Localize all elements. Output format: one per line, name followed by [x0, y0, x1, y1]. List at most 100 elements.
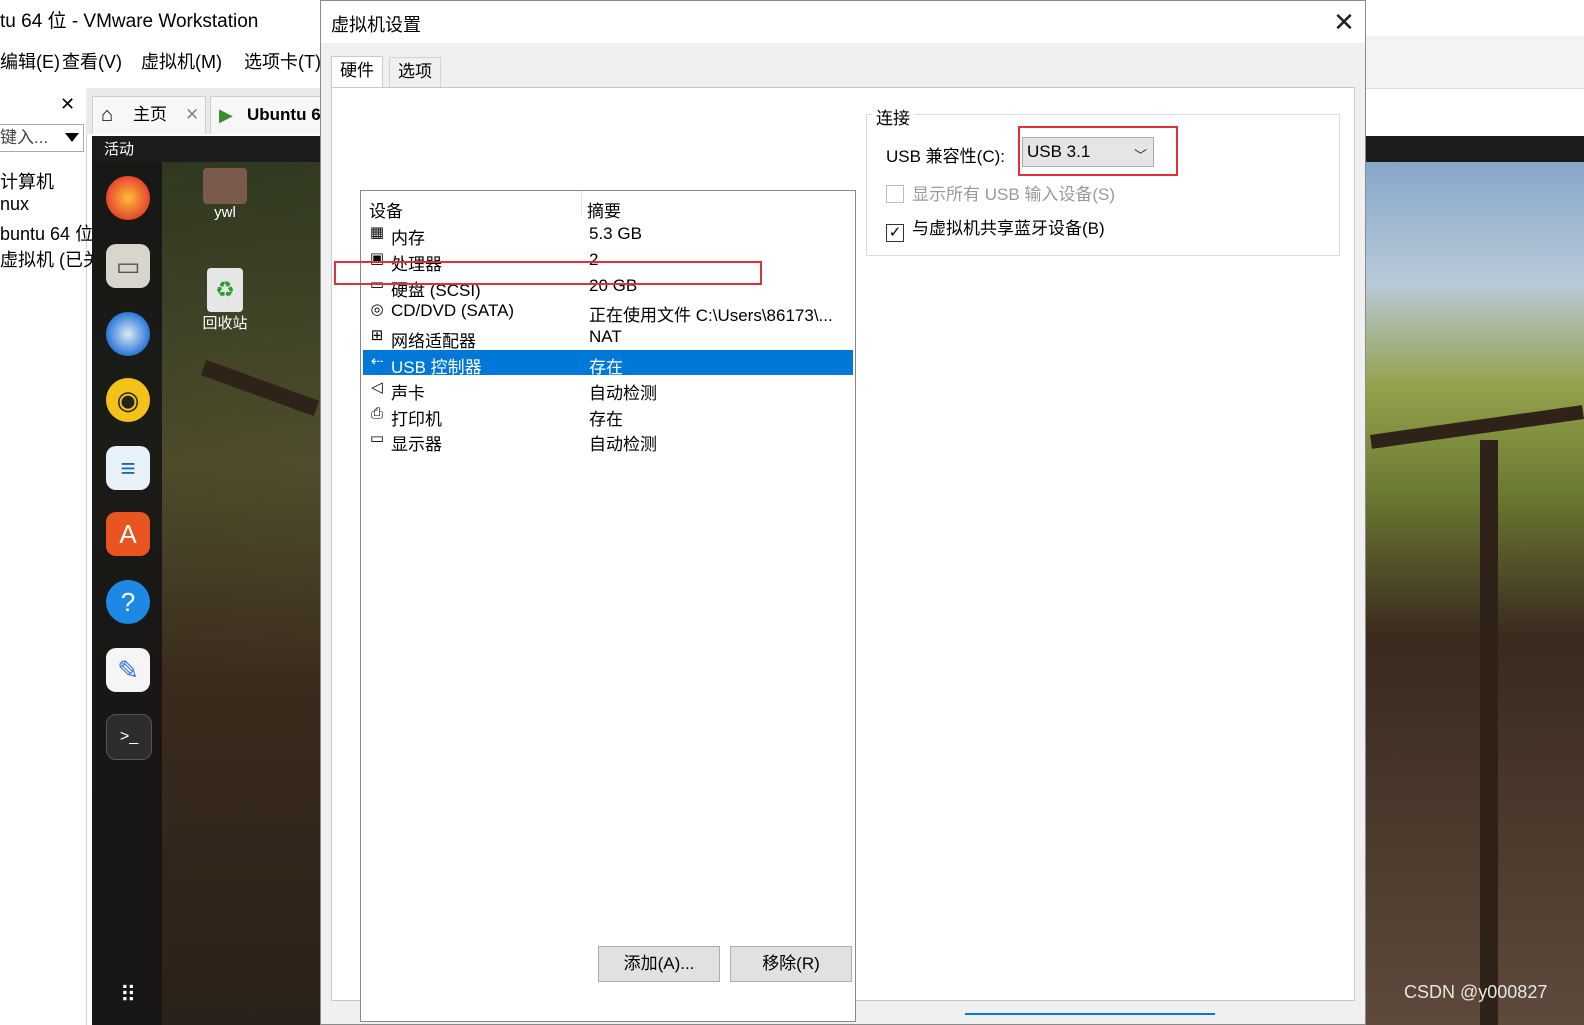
menu-vm[interactable]: 虚拟机(M) [141, 48, 222, 74]
sound-card-icon: ◁ [371, 378, 383, 396]
help-icon[interactable]: ? [106, 580, 150, 624]
text-editor-icon[interactable]: ✎ [106, 648, 150, 692]
device-row[interactable]: ▦ 内存 5.3 GB [363, 221, 853, 248]
cd-dvd-icon: ◎ [370, 301, 384, 319]
default-button-accent [965, 1013, 1215, 1015]
show-all-usb-input-checkbox[interactable] [886, 185, 904, 203]
desktop-home-folder[interactable]: ywl [190, 168, 260, 221]
device-row[interactable]: ▣ 处理器 2 [363, 247, 853, 274]
library-search-placeholder: 键入... [0, 128, 49, 147]
usb-compat-select[interactable]: USB 3.1 ﹀ [1022, 137, 1154, 167]
column-summary[interactable]: 摘要 [587, 197, 621, 222]
tab-home[interactable]: ⌂ 主页 ✕ [92, 96, 206, 134]
device-summary: 正在使用文件 C:\Users\86173\... [589, 306, 833, 326]
terminal-icon[interactable]: >_ [106, 714, 152, 760]
wallpaper-mountain-area [1366, 162, 1584, 1025]
library-item-vm[interactable]: 虚拟机 (已关 [0, 246, 101, 272]
dialog-titlebar: 虚拟机设置 ✕ [321, 1, 1365, 43]
close-icon[interactable]: ✕ [1329, 7, 1359, 37]
menu-view[interactable]: 查看(V) [62, 48, 122, 74]
tab-home-close-icon[interactable]: ✕ [185, 97, 199, 133]
menu-edit[interactable]: 编辑(E) [0, 48, 60, 74]
usb-icon: ⇠ [370, 353, 384, 370]
home-folder-icon [203, 168, 247, 204]
device-list-header: 设备 摘要 [361, 191, 855, 222]
dialog-title: 虚拟机设置 [331, 15, 421, 35]
device-summary: 自动检测 [589, 383, 657, 403]
tab-home-label: 主页 [133, 105, 167, 124]
files-icon[interactable]: ▭ [106, 244, 150, 288]
device-summary: 2 [589, 249, 599, 269]
processor-icon: ▣ [369, 249, 385, 267]
vmware-menubar: 编辑(E) 查看(V) 虚拟机(M) 选项卡(T) [0, 40, 330, 80]
thunderbird-icon[interactable] [106, 312, 150, 356]
device-row[interactable]: ⊞ 网络适配器 NAT [363, 324, 853, 352]
remove-button[interactable]: 移除(R) [730, 946, 852, 982]
connection-group-label: 连接 [872, 104, 914, 129]
device-summary: 存在 [589, 358, 623, 377]
usb-compat-value: USB 3.1 [1027, 142, 1091, 161]
column-separator [581, 191, 582, 215]
app-grid-icon[interactable]: ⠿ [106, 980, 150, 1010]
column-device[interactable]: 设备 [369, 197, 403, 222]
device-row[interactable]: ⇠ USB 控制器 存在 [363, 350, 853, 377]
desktop-home-folder-label: ywl [214, 204, 236, 221]
device-row[interactable]: ▭ 显示器 自动检测 [363, 427, 853, 455]
vm-settings-dialog: 虚拟机设置 ✕ 硬件 选项 设备 摘要 ▦ 内存 5.3 GB ▣ 处理器 2 ▭ 硬盘 (S… [320, 0, 1366, 1025]
tab-options[interactable]: 选项 [389, 57, 441, 87]
firefox-icon[interactable] [106, 176, 150, 220]
display-icon: ▭ [369, 430, 385, 448]
trash-icon: ♻ [207, 268, 243, 312]
device-name: 网络适配器 [391, 332, 476, 352]
csdn-watermark: CSDN @y000827 [1404, 982, 1548, 1002]
device-name: 硬盘 (SCSI) [391, 280, 481, 300]
add-button[interactable]: 添加(A)... [598, 946, 720, 982]
memory-icon: ▦ [369, 224, 385, 241]
device-summary: 5.3 GB [589, 224, 642, 243]
device-name: 处理器 [391, 254, 442, 274]
vmware-tabstrip: ⌂ 主页 ✕ ▶ Ubuntu 6 [86, 88, 330, 134]
menu-tabs[interactable]: 选项卡(T) [244, 48, 321, 74]
rhythmbox-icon[interactable]: ◉ [106, 378, 150, 422]
library-search-input[interactable]: 键入... [0, 124, 84, 152]
tab-hardware[interactable]: 硬件 [331, 56, 383, 88]
chevron-down-icon[interactable] [65, 133, 79, 142]
device-name: 内存 [391, 229, 425, 248]
chevron-down-icon: ﹀ [1133, 148, 1147, 163]
desktop-trash-label: 回收站 [202, 315, 248, 332]
tab-ubuntu[interactable]: ▶ Ubuntu 6 [210, 96, 330, 134]
show-all-usb-input-label: 显示所有 USB 输入设备(S) [912, 185, 1116, 204]
device-name: 打印机 [391, 409, 442, 429]
library-item-ubuntu[interactable]: buntu 64 位 [0, 220, 93, 246]
library-item-linux[interactable]: nux [0, 194, 29, 215]
library-panel: ✕ 键入... 计算机 nux buntu 64 位 虚拟机 (已关 [0, 88, 101, 1025]
printer-icon: ⎙ [370, 404, 383, 422]
device-summary: 20 GB [589, 275, 638, 295]
device-row[interactable]: ⎙ 打印机 存在 [363, 402, 853, 429]
device-list[interactable]: 设备 摘要 ▦ 内存 5.3 GB ▣ 处理器 2 ▭ 硬盘 (SCSI) 20 GB ◎ CD/D… [360, 190, 856, 1022]
device-summary: 存在 [589, 409, 623, 429]
hard-disk-icon: ▭ [369, 275, 385, 293]
device-row[interactable]: ◎ CD/DVD (SATA) 正在使用文件 C:\Users\86173\... [363, 298, 853, 326]
device-row[interactable]: ◁ 声卡 自动检测 [363, 376, 853, 403]
desktop-trash[interactable]: ♻ 回收站 [190, 268, 260, 333]
hardware-tab-panel: 设备 摘要 ▦ 内存 5.3 GB ▣ 处理器 2 ▭ 硬盘 (SCSI) 20 GB ◎ CD/D… [331, 87, 1355, 1022]
share-bluetooth-row[interactable]: ✓ 与虚拟机共享蓝牙设备(B) [886, 214, 1105, 242]
writer-icon[interactable]: ≡ [106, 446, 150, 490]
guest-activities-button[interactable]: 活动 [104, 138, 134, 159]
software-icon[interactable]: A [106, 512, 150, 556]
share-bluetooth-checkbox[interactable]: ✓ [886, 224, 904, 242]
device-summary: NAT [589, 327, 622, 347]
library-item-computer[interactable]: 计算机 [0, 168, 54, 194]
share-bluetooth-label: 与虚拟机共享蓝牙设备(B) [912, 219, 1105, 238]
usb-compat-label: USB 兼容性(C): [886, 147, 1005, 166]
device-name: CD/DVD (SATA) [391, 301, 515, 321]
network-adapter-icon: ⊞ [370, 327, 384, 345]
show-all-usb-input-row: 显示所有 USB 输入设备(S) [886, 180, 1115, 205]
vmware-toolbar-strip [1366, 36, 1584, 89]
library-close-icon[interactable]: ✕ [60, 94, 75, 115]
device-name: 显示器 [391, 435, 442, 455]
device-summary: 自动检测 [589, 435, 657, 455]
tab-ubuntu-label: Ubuntu 6 [247, 105, 321, 124]
device-row[interactable]: ▭ 硬盘 (SCSI) 20 GB [363, 273, 853, 300]
